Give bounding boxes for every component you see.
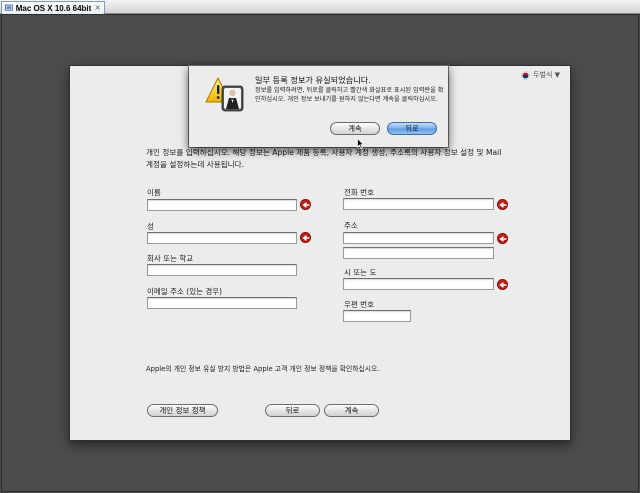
intro-text: 개인 정보를 입력하십시오. 해당 정보는 Apple 제품 등록, 사용자 계… [146,148,502,169]
mouse-pointer-icon [357,138,364,149]
input-menu[interactable]: 두벌식 ▼ [521,70,560,80]
email-field[interactable] [147,297,297,309]
postal-field[interactable] [343,310,411,322]
missing-phone-icon [497,199,508,210]
address-line2-field[interactable] [343,247,494,259]
alert-title: 일부 등록 정보가 유실되었습니다. [255,75,371,85]
close-icon[interactable]: × [94,4,101,12]
first-name-label: 이름 [147,188,161,197]
privacy-policy-button[interactable]: 개인 정보 정책 [147,404,218,417]
caution-icon [205,77,244,112]
missing-info-alert: 일부 등록 정보가 유실되었습니다. 정보를 입력하려면, 뒤로를 클릭하고 빨… [189,66,448,147]
company-field[interactable] [147,264,297,276]
address-label: 주소 [344,221,358,230]
alert-message: 정보를 입력하려면, 뒤로를 클릭하고 빨간색 화살표로 표시된 입력란을 확인… [255,87,444,103]
missing-city-icon [497,279,508,290]
company-label: 회사 또는 학교 [147,254,194,263]
first-name-field[interactable] [147,199,297,211]
postal-label: 우편 번호 [344,300,374,309]
vm-tab[interactable]: Mac OS X 10.6 64bit × [1,1,105,14]
back-button[interactable]: 뒤로 [265,404,320,417]
alert-continue-button[interactable]: 계속 [330,122,380,135]
city-label: 시 또는 도 [344,268,377,277]
missing-address-icon [497,233,508,244]
vm-icon [5,4,13,11]
city-field[interactable] [343,278,494,290]
missing-last-name-icon [300,232,311,243]
last-name-label: 성 [147,222,154,231]
missing-first-name-icon [300,199,311,210]
phone-field[interactable] [343,198,494,210]
address-field[interactable] [343,232,494,244]
input-menu-label: 두벌식 ▼ [533,71,560,79]
continue-button[interactable]: 계속 [324,404,379,417]
last-name-field[interactable] [147,232,297,244]
korea-flag-icon [521,70,530,80]
vm-tab-title: Mac OS X 10.6 64bit [15,3,92,13]
vm-tab-bar: Mac OS X 10.6 64bit × [0,0,640,14]
email-label: 이메일 주소 (있는 경우) [147,287,223,296]
alert-back-button[interactable]: 뒤로 [387,122,437,135]
privacy-note: Apple의 개인 정보 유실 방지 방법은 Apple 고객 개인 정보 정책… [146,365,380,373]
phone-label: 전화 번호 [344,188,374,197]
